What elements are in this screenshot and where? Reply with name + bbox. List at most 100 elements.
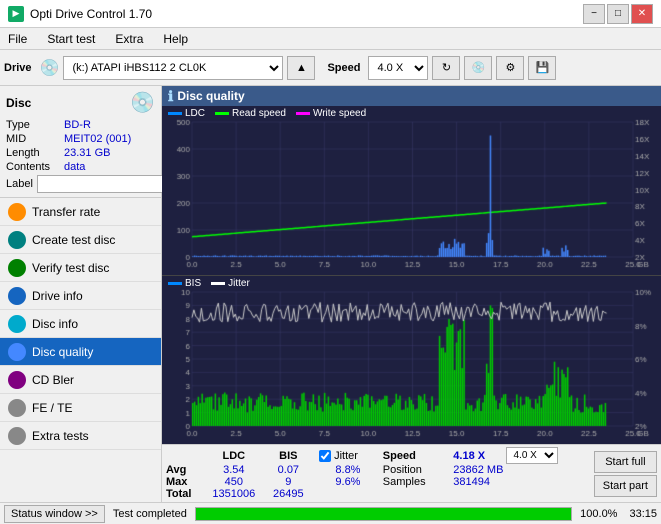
eject-button[interactable]: ▲ <box>287 56 315 80</box>
max-jitter: 9.6% <box>319 476 377 488</box>
menu-file[interactable]: File <box>4 30 31 48</box>
nav-items: Transfer rate Create test disc Verify te… <box>0 198 161 502</box>
verify-test-disc-label: Verify test disc <box>32 261 109 275</box>
save-button[interactable]: 💾 <box>528 56 556 80</box>
total-label: Total <box>166 488 202 500</box>
status-progress-percent: 100.0% <box>580 508 617 520</box>
ldc-legend-label: LDC <box>185 108 205 119</box>
drive-select[interactable]: (k:) ATAPI iHBS112 2 CL0K <box>63 56 283 80</box>
jitter-col-header: Jitter <box>334 450 358 462</box>
upper-chart <box>162 106 661 275</box>
sidebar-item-disc-info[interactable]: Disc info <box>0 310 161 338</box>
menu-help[interactable]: Help <box>159 30 192 48</box>
menu-start-test[interactable]: Start test <box>43 30 99 48</box>
sidebar-item-disc-quality[interactable]: Disc quality <box>0 338 161 366</box>
sidebar-item-verify-test-disc[interactable]: Verify test disc <box>0 254 161 282</box>
extra-tests-icon <box>8 427 26 445</box>
sidebar-item-transfer-rate[interactable]: Transfer rate <box>0 198 161 226</box>
status-window-button[interactable]: Status window >> <box>4 505 105 523</box>
read-speed-legend-color <box>215 112 229 115</box>
progress-bar-fill <box>196 508 571 520</box>
length-label: Length <box>6 147 64 159</box>
status-time: 33:15 <box>629 508 657 520</box>
sidebar-item-drive-info[interactable]: Drive info <box>0 282 161 310</box>
jitter-legend-color <box>211 282 225 285</box>
disc-quality-label: Disc quality <box>32 345 93 359</box>
maximize-button[interactable]: □ <box>607 4 629 24</box>
jitter-checkbox[interactable] <box>319 450 331 462</box>
cd-bler-label: CD Bler <box>32 373 74 387</box>
disc-quality-icon <box>8 343 26 361</box>
write-speed-legend-label: Write speed <box>313 108 366 119</box>
create-test-disc-label: Create test disc <box>32 233 115 247</box>
status-bar: Status window >> Test completed 100.0% 3… <box>0 502 661 524</box>
speed-select[interactable]: 4.0 X <box>368 56 428 80</box>
verify-test-disc-icon <box>8 259 26 277</box>
disc-icon: 💿 <box>130 90 155 115</box>
chart-title: Disc quality <box>177 89 244 103</box>
sidebar-item-extra-tests[interactable]: Extra tests <box>0 422 161 450</box>
fe-te-icon <box>8 399 26 417</box>
close-button[interactable]: ✕ <box>631 4 653 24</box>
label-input[interactable] <box>37 175 175 193</box>
type-label: Type <box>6 119 64 131</box>
samples-label: Samples <box>377 476 450 488</box>
speed-display: 4.18 X <box>449 447 502 464</box>
start-part-button[interactable]: Start part <box>594 475 657 497</box>
max-bis: 9 <box>266 476 311 488</box>
drive-info-label: Drive info <box>32 289 83 303</box>
samples-value: 381494 <box>449 476 585 488</box>
action-buttons: Start full Start part <box>590 445 661 502</box>
cd-bler-icon <box>8 371 26 389</box>
max-ldc: 450 <box>202 476 266 488</box>
drive-info-icon <box>8 287 26 305</box>
menu-extra[interactable]: Extra <box>111 30 147 48</box>
avg-bis: 0.07 <box>266 464 311 476</box>
jitter-legend-label: Jitter <box>228 278 250 289</box>
menu-bar: File Start test Extra Help <box>0 28 661 50</box>
position-value: 23862 MB <box>449 464 585 476</box>
toolbar-drive-icon: 💿 <box>40 58 60 78</box>
contents-value: data <box>64 161 85 173</box>
total-bis: 26495 <box>266 488 311 500</box>
bis-col-header: BIS <box>266 447 311 464</box>
max-label: Max <box>166 476 202 488</box>
disc-button[interactable]: 💿 <box>464 56 492 80</box>
stats-speed-select[interactable]: 4.0 X <box>506 447 558 464</box>
fe-te-label: FE / TE <box>32 401 72 415</box>
jitter-checkbox-label: Jitter <box>319 450 377 462</box>
sidebar-item-fe-te[interactable]: FE / TE <box>0 394 161 422</box>
speed-label: Speed <box>327 62 360 74</box>
total-ldc: 1351006 <box>202 488 266 500</box>
refresh-button[interactable]: ↻ <box>432 56 460 80</box>
sidebar-item-cd-bler[interactable]: CD Bler <box>0 366 161 394</box>
speed-col-header: Speed <box>377 447 450 464</box>
create-test-disc-icon <box>8 231 26 249</box>
chart-header-icon: ℹ <box>168 88 173 105</box>
minimize-button[interactable]: − <box>583 4 605 24</box>
transfer-rate-icon <box>8 203 26 221</box>
status-text: Test completed <box>113 508 187 520</box>
disc-info-label: Disc info <box>32 317 78 331</box>
toolbar: Drive 💿 (k:) ATAPI iHBS112 2 CL0K ▲ Spee… <box>0 50 661 86</box>
chart-header: ℹ Disc quality <box>162 86 661 106</box>
progress-bar-container <box>195 507 572 521</box>
length-value: 23.31 GB <box>64 147 110 159</box>
start-full-button[interactable]: Start full <box>594 451 657 473</box>
legend-lower: BIS Jitter <box>162 276 256 291</box>
settings-button[interactable]: ⚙ <box>496 56 524 80</box>
content-area: ℹ Disc quality LDC Read speed <box>162 86 661 502</box>
title-bar: ▶ Opti Drive Control 1.70 − □ ✕ <box>0 0 661 28</box>
contents-label: Contents <box>6 161 64 173</box>
sidebar-item-create-test-disc[interactable]: Create test disc <box>0 226 161 254</box>
disc-panel: Disc 💿 Type BD-R MID MEIT02 (001) Length… <box>0 86 161 198</box>
window-title: Opti Drive Control 1.70 <box>30 7 152 21</box>
write-speed-legend-color <box>296 112 310 115</box>
disc-section-title: Disc <box>6 96 31 110</box>
mid-label: MID <box>6 133 64 145</box>
bis-legend-label: BIS <box>185 278 201 289</box>
ldc-col-header: LDC <box>202 447 266 464</box>
mid-value: MEIT02 (001) <box>64 133 131 145</box>
stats-area: LDC BIS Jitter Speed 4.18 X <box>162 444 661 502</box>
position-label: Position <box>377 464 450 476</box>
